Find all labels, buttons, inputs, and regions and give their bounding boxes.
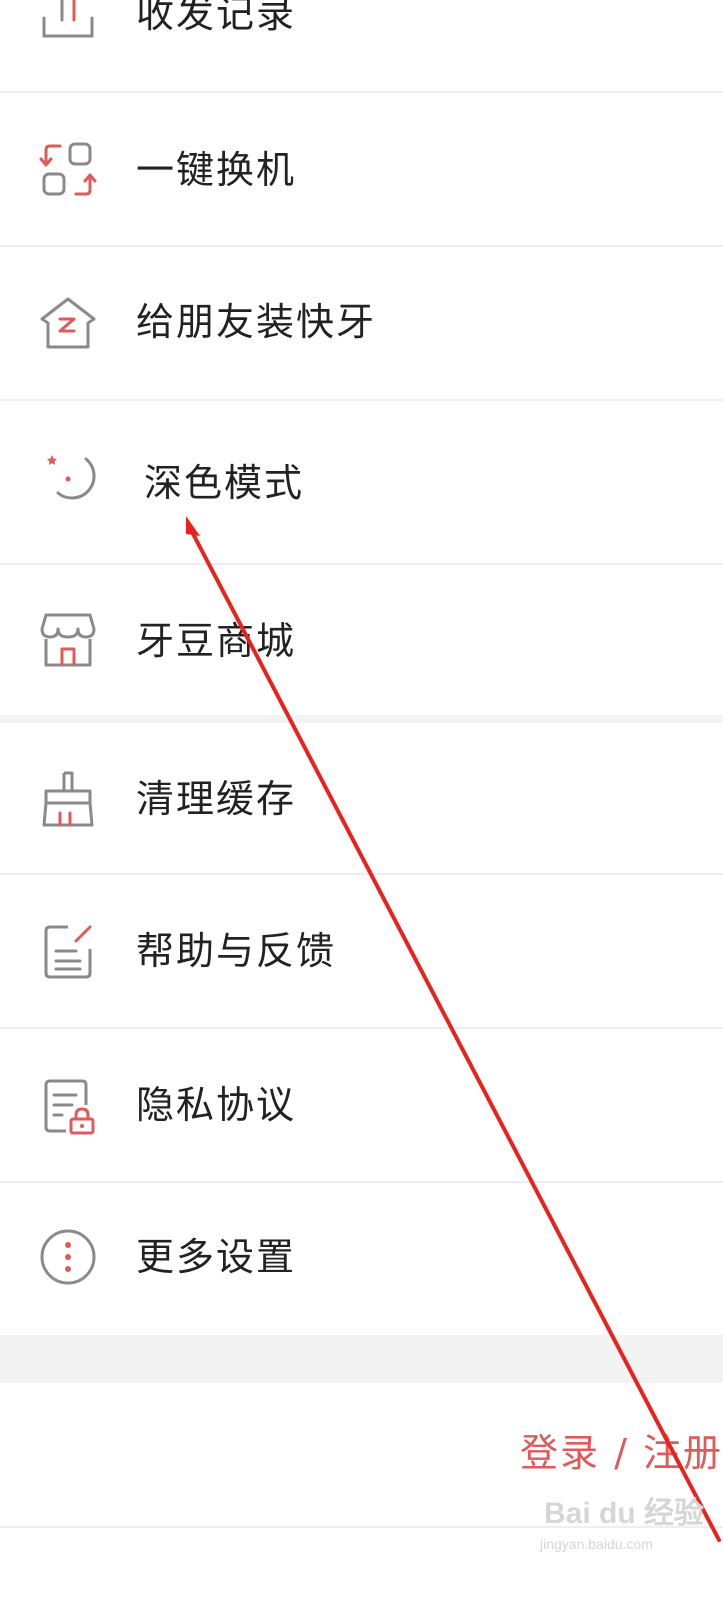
moon-icon <box>44 449 104 509</box>
menu-item-privacy-agreement[interactable]: 隐私协议 <box>0 1029 723 1183</box>
menu-item-clear-cache[interactable]: 清理缓存 <box>0 723 723 875</box>
watermark-logo: Bai du 经验 jingyan.baidu.com <box>540 1484 710 1564</box>
menu-item-label: 清理缓存 <box>136 777 297 821</box>
transfer-icon <box>38 0 98 40</box>
menu-item-label: 一键换机 <box>136 148 297 192</box>
watermark-url: jingyan.baidu.com <box>540 1536 653 1552</box>
store-icon <box>38 609 98 669</box>
menu-item-more-settings[interactable]: 更多设置 <box>0 1183 723 1335</box>
menu-item-label: 给朋友装快牙 <box>136 300 377 344</box>
menu-item-help-feedback[interactable]: 帮助与反馈 <box>0 875 723 1029</box>
menu-item-yadou-store[interactable]: 牙豆商城 <box>0 565 723 715</box>
more-dots-icon <box>38 1227 98 1287</box>
share-home-icon <box>38 293 98 353</box>
login-register-link[interactable]: 登录 / 注册 <box>520 1428 723 1478</box>
menu-item-dark-mode[interactable]: 深色模式 <box>0 401 723 565</box>
broom-icon <box>38 769 98 829</box>
privacy-lock-icon <box>38 1075 98 1135</box>
watermark-brand: Bai du 经验 <box>544 1497 705 1530</box>
menu-item-one-key-switch[interactable]: 一键换机 <box>0 93 723 247</box>
feedback-icon <box>38 921 98 981</box>
section-divider <box>0 1335 723 1383</box>
menu-item-label: 隐私协议 <box>136 1083 297 1127</box>
menu-item-label: 更多设置 <box>136 1235 297 1279</box>
phone-switch-icon <box>38 140 98 200</box>
menu-item-install-for-friends[interactable]: 给朋友装快牙 <box>0 247 723 401</box>
menu-item-label: 深色模式 <box>144 461 305 505</box>
menu-item-label: 收发记录 <box>136 0 297 36</box>
menu-item-label: 帮助与反馈 <box>136 929 337 973</box>
menu-item-transfer-records[interactable]: 收发记录 <box>0 0 723 93</box>
section-divider <box>0 715 723 723</box>
menu-item-label: 牙豆商城 <box>136 619 297 663</box>
